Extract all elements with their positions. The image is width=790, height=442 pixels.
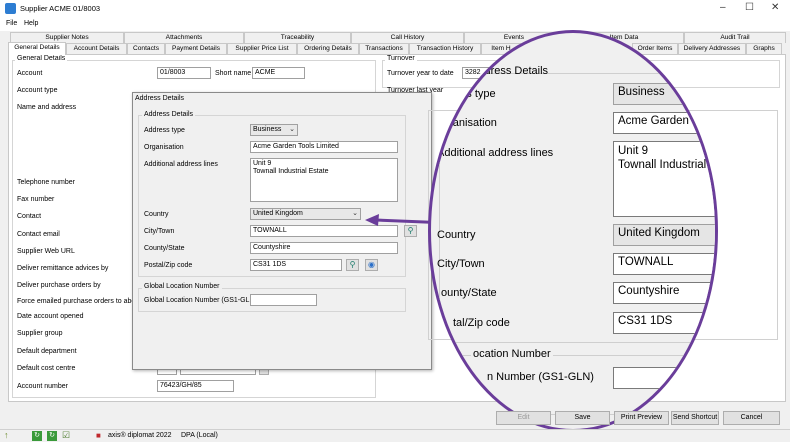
zoom-gln-field: [613, 367, 715, 389]
axis-logo-icon: ■: [96, 431, 101, 440]
zoom-organisation-label: rganisation: [443, 117, 497, 129]
tab-contacts[interactable]: Contacts: [127, 43, 165, 54]
dialog-gln-group-title: Global Location Number: [142, 283, 222, 290]
send-shortcut-button[interactable]: Send Shortcut: [671, 411, 719, 425]
title-bar: Supplier ACME 01/8003 – ☐ ✕: [0, 0, 790, 18]
zoom-gln-group-title: ocation Number: [471, 348, 553, 360]
force-email-label: Force emailed purchase orders to above: [17, 298, 143, 305]
tab-delivery-addresses[interactable]: Delivery Addresses: [678, 43, 746, 54]
cancel-button[interactable]: Cancel: [723, 411, 780, 425]
account-label: Account: [17, 70, 43, 77]
tab-general-details[interactable]: General Details: [8, 42, 66, 55]
dialog-address-group-title: Address Details: [142, 111, 196, 118]
zoom-additional-lines-label: Additional address lines: [437, 147, 554, 159]
status-bar: ↑ ↻ ↻ ☑ ■ axis® diplomat 2022 DPA (Local…: [0, 429, 790, 442]
postal-label: Postal/Zip code: [144, 262, 193, 269]
additional-lines-field[interactable]: Unit 9 Townall Industrial Estate: [250, 158, 398, 202]
zoom-country-label: Country: [437, 229, 476, 241]
window-title: Supplier ACME 01/8003: [20, 4, 101, 13]
tab-graphs[interactable]: Graphs: [746, 43, 782, 54]
address-type-label: Address type: [144, 127, 185, 134]
general-details-title: General Details: [15, 55, 68, 62]
zoom-county-label: ounty/State: [441, 287, 497, 299]
tab-account-details[interactable]: Account Details: [66, 43, 127, 54]
short-name-label: Short name: [215, 70, 252, 77]
menu-help[interactable]: Help: [24, 20, 38, 27]
zoom-group-title: Address Details: [471, 65, 549, 77]
contact-email-label: Contact email: [17, 231, 60, 238]
organisation-field[interactable]: Acme Garden Tools Limited: [250, 141, 398, 153]
additional-lines-label: Additional address lines: [144, 161, 218, 168]
zoom-county-field: Countyshire: [613, 282, 715, 304]
zoom-postal-field: CS31 1DS: [613, 312, 715, 334]
zoom-city-field: TOWNALL: [613, 253, 715, 275]
county-field[interactable]: Countyshire: [250, 242, 398, 254]
dialog-title: Address Details: [135, 95, 185, 102]
web-url-label: Supplier Web URL: [17, 248, 75, 255]
tab-audit-trail[interactable]: Audit Trail: [684, 32, 786, 43]
menu-file[interactable]: File: [6, 20, 17, 27]
account-type-label: Account type: [17, 87, 58, 94]
fax-label: Fax number: [17, 196, 55, 203]
zoom-country-select: United Kingdom: [613, 224, 715, 246]
tab-traceability[interactable]: Traceability: [244, 32, 351, 43]
postal-field[interactable]: CS31 1DS: [250, 259, 342, 271]
gln-label: Global Location Number (GS1-GLN): [144, 297, 257, 304]
save-button[interactable]: Save: [555, 411, 610, 425]
close-button[interactable]: ✕: [771, 2, 779, 13]
country-select[interactable]: United Kingdom ⌄: [250, 208, 361, 220]
tab-ordering-details[interactable]: Ordering Details: [297, 43, 359, 54]
minimize-button[interactable]: –: [720, 2, 726, 13]
edit-button[interactable]: Edit: [496, 411, 551, 425]
postcode-search-icon[interactable]: ⚲: [346, 259, 359, 271]
checklist-icon[interactable]: ☑: [62, 430, 70, 441]
tab-transaction-history[interactable]: Transaction History: [409, 43, 481, 54]
zoom-additional-lines-field: Unit 9 Townall Industrial Es: [613, 141, 715, 217]
country-label: Country: [144, 211, 169, 218]
turnover-title: Turnover: [385, 55, 417, 62]
tab-payment-details[interactable]: Payment Details: [165, 43, 227, 54]
maximize-button[interactable]: ☐: [745, 2, 754, 13]
tab-supplier-price-list[interactable]: Supplier Price List: [227, 43, 297, 54]
map-pin-icon[interactable]: ◉: [365, 259, 378, 271]
default-department-label: Default department: [17, 348, 77, 355]
sync-icon[interactable]: ↻: [47, 431, 57, 441]
menu-bar: File Help: [0, 18, 790, 31]
county-label: County/State: [144, 245, 185, 252]
product-name: axis® diplomat 2022: [108, 432, 172, 439]
tab-transactions[interactable]: Transactions: [359, 43, 409, 54]
refresh-icon[interactable]: ↻: [32, 431, 42, 441]
address-type-select[interactable]: Business ⌄: [250, 124, 298, 136]
short-name-field[interactable]: ACME: [252, 67, 305, 79]
zoom-organisation-field: Acme Garden To: [613, 112, 715, 134]
purchase-orders-label: Deliver purchase orders by: [17, 282, 101, 289]
remittance-label: Deliver remittance advices by: [17, 265, 109, 272]
zoom-magnifier: Address Details ress type Business rgani…: [428, 30, 718, 432]
tab-call-history[interactable]: Call History: [351, 32, 464, 43]
zoom-address-type-select: Business: [613, 83, 715, 105]
zoom-city-label: City/Town: [437, 258, 485, 270]
tab-attachments[interactable]: Attachments: [124, 32, 244, 43]
account-number-field[interactable]: 76423/GH/85: [157, 380, 234, 392]
up-arrow-icon[interactable]: ↑: [4, 430, 9, 440]
chevron-down-icon: ⌄: [289, 126, 295, 133]
zoom-gln-label: n Number (GS1-GLN): [487, 371, 594, 383]
account-number-label: Account number: [17, 383, 68, 390]
city-label: City/Town: [144, 228, 175, 235]
zoom-postal-label: tal/Zip code: [453, 317, 510, 329]
contact-label: Contact: [17, 213, 42, 220]
telephone-label: Telephone number: [17, 179, 75, 186]
default-cost-centre-label: Default cost centre: [17, 365, 76, 372]
date-opened-label: Date account opened: [17, 313, 84, 320]
account-field[interactable]: 01/8003: [157, 67, 211, 79]
chevron-down-icon: ⌄: [352, 210, 358, 217]
zoom-address-type-label: ress type: [451, 88, 496, 100]
app-icon: [5, 3, 16, 14]
name-address-label: Name and address: [17, 104, 77, 111]
supplier-group-label: Supplier group: [17, 330, 63, 337]
print-preview-button[interactable]: Print Preview: [614, 411, 669, 425]
database-name: DPA (Local): [181, 432, 218, 439]
organisation-label: Organisation: [144, 144, 184, 151]
gln-field[interactable]: [250, 294, 317, 306]
